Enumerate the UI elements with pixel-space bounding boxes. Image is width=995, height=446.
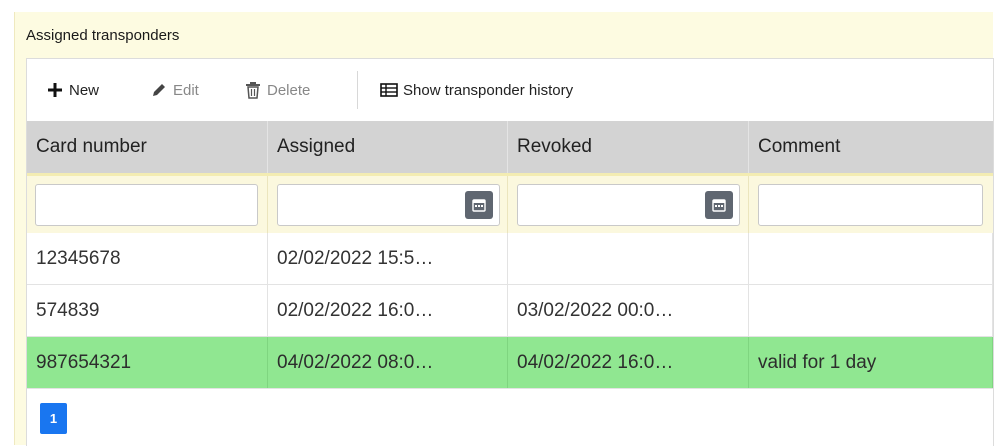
- panel-title: Assigned transponders: [26, 27, 180, 44]
- cell-assigned: 02/02/2022 15:5…: [268, 233, 508, 284]
- filter-cell-assigned: [268, 176, 508, 233]
- new-button-label: New: [69, 81, 100, 99]
- revoked-calendar-button[interactable]: [705, 191, 733, 219]
- column-header-revoked[interactable]: Revoked: [508, 121, 749, 173]
- grid-toolbar: New Edit Delete Show transponder history: [27, 59, 993, 121]
- cell-revoked: 04/02/2022 16:0…: [508, 337, 749, 388]
- cell-assigned: 04/02/2022 08:0…: [268, 337, 508, 388]
- show-history-label: Show transponder history: [403, 81, 574, 99]
- delete-button[interactable]: Delete: [243, 79, 310, 101]
- plus-icon: [45, 80, 65, 100]
- table-icon: [379, 80, 399, 100]
- transponders-grid: New Edit Delete Show transponder history: [26, 58, 994, 446]
- delete-button-label: Delete: [267, 81, 311, 99]
- cell-assigned: 02/02/2022 16:0…: [268, 285, 508, 336]
- calendar-icon: [472, 199, 486, 212]
- trash-icon: [243, 80, 263, 100]
- cell-card-number: 987654321: [27, 337, 268, 388]
- column-header-comment[interactable]: Comment: [749, 121, 993, 173]
- filter-cell-card-number: [27, 176, 268, 233]
- card-number-filter-input[interactable]: [35, 184, 258, 226]
- cell-card-number: 12345678: [27, 233, 268, 284]
- cell-comment: [749, 233, 993, 284]
- comment-filter-input[interactable]: [758, 184, 983, 226]
- assigned-calendar-button[interactable]: [465, 191, 493, 219]
- grid-header: Card number Assigned Revoked Comment: [27, 121, 993, 173]
- edit-button-label: Edit: [173, 81, 199, 99]
- show-history-button[interactable]: Show transponder history: [379, 79, 573, 101]
- filter-row: [27, 173, 993, 233]
- pencil-icon: [149, 80, 169, 100]
- cell-revoked: 03/02/2022 00:0…: [508, 285, 749, 336]
- column-header-card-number[interactable]: Card number: [27, 121, 268, 173]
- cell-card-number: 574839: [27, 285, 268, 336]
- toolbar-separator: [357, 71, 358, 109]
- calendar-icon: [712, 199, 726, 212]
- table-row-selected[interactable]: 987654321 04/02/2022 08:0… 04/02/2022 16…: [27, 337, 993, 389]
- new-button[interactable]: New: [45, 79, 99, 101]
- assigned-filter-input[interactable]: [277, 184, 500, 226]
- cell-revoked: [508, 233, 749, 284]
- table-row[interactable]: 574839 02/02/2022 16:0… 03/02/2022 00:0…: [27, 285, 993, 337]
- edit-button[interactable]: Edit: [149, 79, 199, 101]
- filter-cell-revoked: [508, 176, 749, 233]
- assigned-transponders-panel: Assigned transponders New Edit Delete Sh…: [14, 12, 994, 446]
- table-row[interactable]: 12345678 02/02/2022 15:5…: [27, 233, 993, 285]
- filter-cell-comment: [749, 176, 993, 233]
- cell-comment: valid for 1 day: [749, 337, 993, 388]
- column-header-assigned[interactable]: Assigned: [268, 121, 508, 173]
- revoked-filter-input[interactable]: [517, 184, 740, 226]
- page-button-1[interactable]: 1: [40, 403, 67, 434]
- cell-comment: [749, 285, 993, 336]
